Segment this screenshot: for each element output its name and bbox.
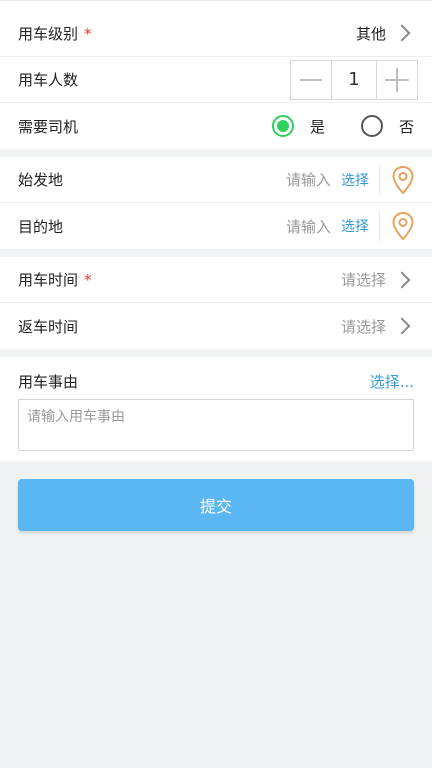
driver-yes-option[interactable]: 是: [271, 115, 325, 137]
start-location-input[interactable]: 请输入: [286, 169, 331, 190]
passenger-count-row: 用车人数 1: [0, 57, 432, 103]
submit-button[interactable]: 提交: [18, 479, 414, 531]
location-pin-icon[interactable]: [392, 212, 414, 240]
location-section: 始发地 请输入 选择 目的地 请输入 选择: [0, 157, 432, 249]
vehicle-level-label: 用车级别 *: [18, 23, 356, 44]
destination-label: 目的地: [18, 217, 64, 236]
vehicle-level-text: 用车级别: [18, 24, 79, 43]
divider: [379, 211, 380, 241]
decrement-button[interactable]: [291, 61, 331, 99]
use-time-label: 用车时间 *: [18, 269, 341, 290]
reason-header: 用车事由 选择...: [18, 369, 414, 393]
vehicle-level-row[interactable]: 用车级别 * 其他: [0, 10, 432, 57]
need-driver-row: 需要司机 是 否: [0, 103, 432, 149]
use-time-value: 请选择: [340, 271, 386, 289]
required-mark: *: [84, 24, 92, 43]
radio-unselected-icon[interactable]: [360, 115, 383, 137]
chevron-right-icon: [393, 24, 411, 42]
passenger-count-label: 用车人数: [18, 71, 79, 89]
required-mark: *: [84, 271, 92, 289]
increment-button[interactable]: [377, 61, 417, 99]
return-time-value: 请选择: [340, 317, 386, 336]
return-time-label: 返车时间: [18, 317, 79, 336]
driver-yes-label: 是: [309, 117, 325, 136]
location-pin-icon[interactable]: [392, 165, 414, 194]
top-section: 用车级别 * 其他 用车人数 1 需要司机 是 否: [0, 0, 432, 149]
reason-textarea[interactable]: 请输入用车事由: [18, 399, 414, 451]
minus-icon: [300, 78, 322, 81]
reason-section: 用车事由 选择... 请输入用车事由: [0, 357, 432, 461]
destination-input[interactable]: 请输入: [286, 216, 331, 237]
reason-label: 用车事由: [18, 372, 79, 391]
time-section: 用车时间 * 请选择 返车时间 请选择: [0, 257, 432, 349]
need-driver-label: 需要司机: [18, 117, 79, 136]
start-location-row: 始发地 请输入 选择: [0, 157, 432, 203]
destination-row: 目的地 请输入 选择: [0, 203, 432, 249]
driver-no-option[interactable]: 否: [360, 115, 414, 137]
passenger-count-stepper[interactable]: 1: [290, 59, 418, 100]
divider: [379, 164, 380, 195]
chevron-right-icon: [393, 317, 411, 335]
chevron-right-icon: [393, 271, 411, 288]
passenger-count-value[interactable]: 1: [331, 60, 377, 99]
start-location-label: 始发地: [18, 171, 64, 189]
radio-selected-icon[interactable]: [271, 115, 294, 137]
return-time-row[interactable]: 返车时间 请选择: [0, 303, 432, 349]
start-location-select-link[interactable]: 选择: [341, 170, 369, 190]
plus-icon: [385, 67, 409, 92]
destination-select-link[interactable]: 选择: [341, 216, 369, 236]
submit-wrap: 提交: [0, 461, 432, 531]
use-time-text: 用车时间: [18, 271, 79, 289]
driver-no-label: 否: [398, 117, 414, 136]
reason-select-link[interactable]: 选择...: [370, 371, 414, 392]
use-time-row[interactable]: 用车时间 * 请选择: [0, 257, 432, 303]
vehicle-level-value: 其他: [355, 24, 386, 43]
